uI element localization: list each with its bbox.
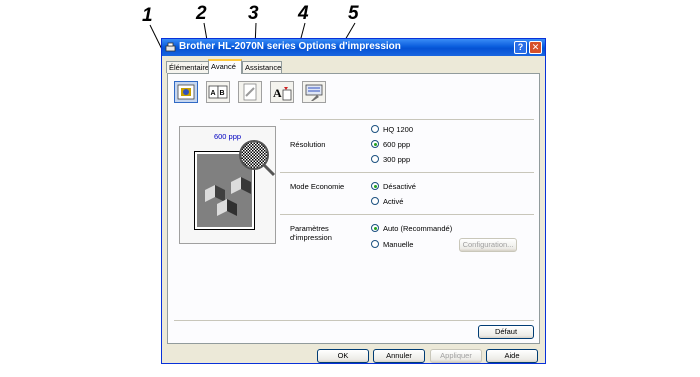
radio-manual[interactable]: Manuelle [371,240,413,249]
magnifier-icon [239,140,276,177]
radio-dot [371,155,379,163]
radio-label: Auto (Recommandé) [383,224,453,233]
callout-5: 5 [348,3,359,24]
close-button[interactable]: ✕ [529,41,542,54]
print-settings-label-line1: Paramètres [290,224,329,233]
print-quality-button[interactable] [174,81,198,103]
radio-hq1200[interactable]: HQ 1200 [371,125,413,134]
radio-label: 300 ppp [383,155,411,164]
cancel-button[interactable]: Annuler [373,349,425,363]
configuration-button[interactable]: Configuration... [459,238,517,252]
radio-dot [371,197,379,205]
window-title: Brother HL-2070N series Options d'impres… [179,41,401,52]
callout-4: 4 [298,3,309,24]
callout-1: 1 [142,5,153,26]
divider-top [280,119,534,120]
svg-text:A: A [211,90,216,97]
resolution-label: Résolution [290,140,326,149]
callout-3: 3 [248,3,259,24]
svg-text:A: A [273,86,282,100]
radio-economy-off[interactable]: Désactivé [371,182,416,191]
title-bar: Brother HL-2070N series Options d'impres… [162,39,545,56]
radio-600ppp[interactable]: 600 ppp [371,140,410,149]
tab-avance[interactable]: Avancé [208,59,242,74]
radio-label: 600 ppp [383,140,411,149]
radio-auto[interactable]: Auto (Recommandé) [371,224,452,233]
radio-label: Activé [383,197,404,206]
printer-options-dialog: Brother HL-2070N series Options d'impres… [161,38,546,364]
divider-print-settings [280,214,534,215]
print-settings-label-line2: d'impression [290,233,332,242]
duplex-button[interactable]: A B [206,81,230,103]
print-quality-icon [177,84,195,100]
radio-300ppp[interactable]: 300 ppp [371,155,410,164]
duplex-icon: A B [208,85,228,99]
radio-dot [371,125,379,133]
advanced-panel: A B A 600 ppp Résolution HQ 1200 600 ppp… [167,73,540,344]
radio-label: Manuelle [383,240,414,249]
apply-button[interactable]: Appliquer [430,349,482,363]
page-setting-button[interactable]: A [270,81,294,103]
radio-dot [371,182,379,190]
tab-elementaire[interactable]: Élémentaire [166,61,209,73]
radio-label: Désactivé [383,182,416,191]
divider-bottom [174,320,534,321]
tab-assistance[interactable]: Assistance [242,61,282,73]
svg-text:B: B [220,90,225,97]
watermark-button[interactable] [238,81,262,103]
divider-economy [280,172,534,173]
callout-2: 2 [196,3,207,24]
page-setting-icon: A [273,86,292,101]
printer-app-icon [165,42,176,52]
print-preview: 600 ppp [179,126,276,244]
help-button[interactable]: Aide [486,349,538,363]
radio-economy-on[interactable]: Activé [371,197,403,206]
radio-dot [371,240,379,248]
ok-button[interactable]: OK [317,349,369,363]
radio-label: HQ 1200 [383,125,414,134]
help-title-button[interactable]: ? [514,41,527,54]
radio-dot [371,224,379,232]
device-options-icon [305,84,323,101]
watermark-icon [243,83,257,101]
economy-mode-label: Mode Economie [290,182,345,191]
radio-dot [371,140,379,148]
default-button[interactable]: Défaut [478,325,534,339]
device-options-button[interactable] [302,81,326,103]
